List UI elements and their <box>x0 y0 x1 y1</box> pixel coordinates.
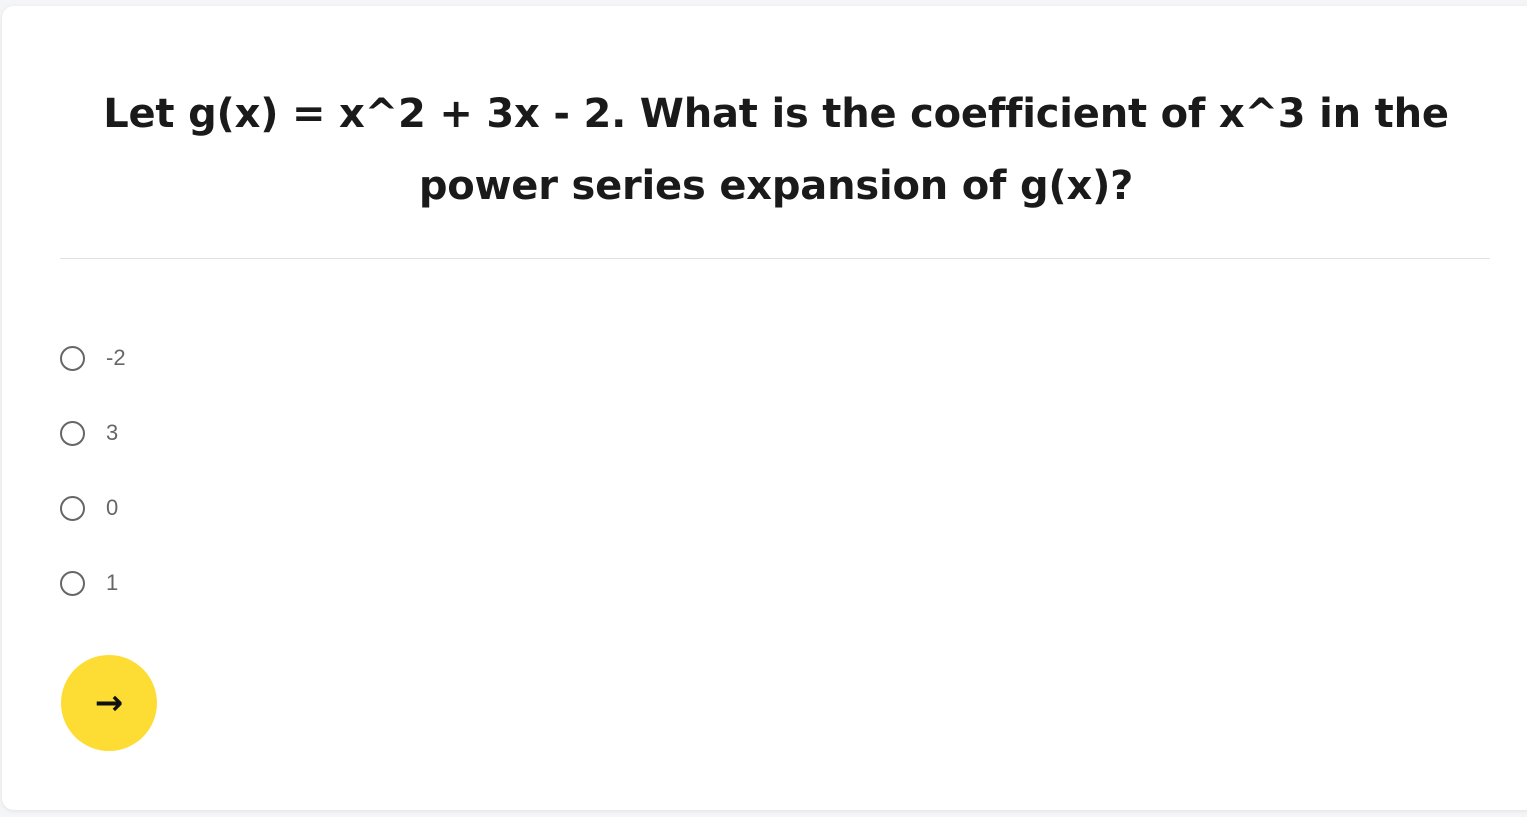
divider <box>60 258 1490 259</box>
answer-options: -2 3 0 1 <box>60 336 126 636</box>
answer-option-label: 1 <box>106 570 119 595</box>
arrow-right-icon: → <box>94 683 124 723</box>
next-button[interactable]: → <box>61 655 157 751</box>
answer-option-label: 0 <box>106 495 119 520</box>
answer-option[interactable]: 3 <box>60 411 126 455</box>
answer-option-label: 3 <box>106 420 119 445</box>
question-text: Let g(x) = x^2 + 3x - 2. What is the coe… <box>103 91 1449 209</box>
radio-button[interactable] <box>60 495 85 521</box>
question-card: Let g(x) = x^2 + 3x - 2. What is the coe… <box>2 6 1527 810</box>
answer-option[interactable]: -2 <box>60 336 126 380</box>
radio-button[interactable] <box>60 570 85 596</box>
radio-button[interactable] <box>60 345 85 371</box>
answer-option[interactable]: 0 <box>60 486 126 530</box>
answer-option[interactable]: 1 <box>60 561 126 605</box>
radio-button[interactable] <box>60 420 85 446</box>
answer-option-label: -2 <box>106 345 126 370</box>
